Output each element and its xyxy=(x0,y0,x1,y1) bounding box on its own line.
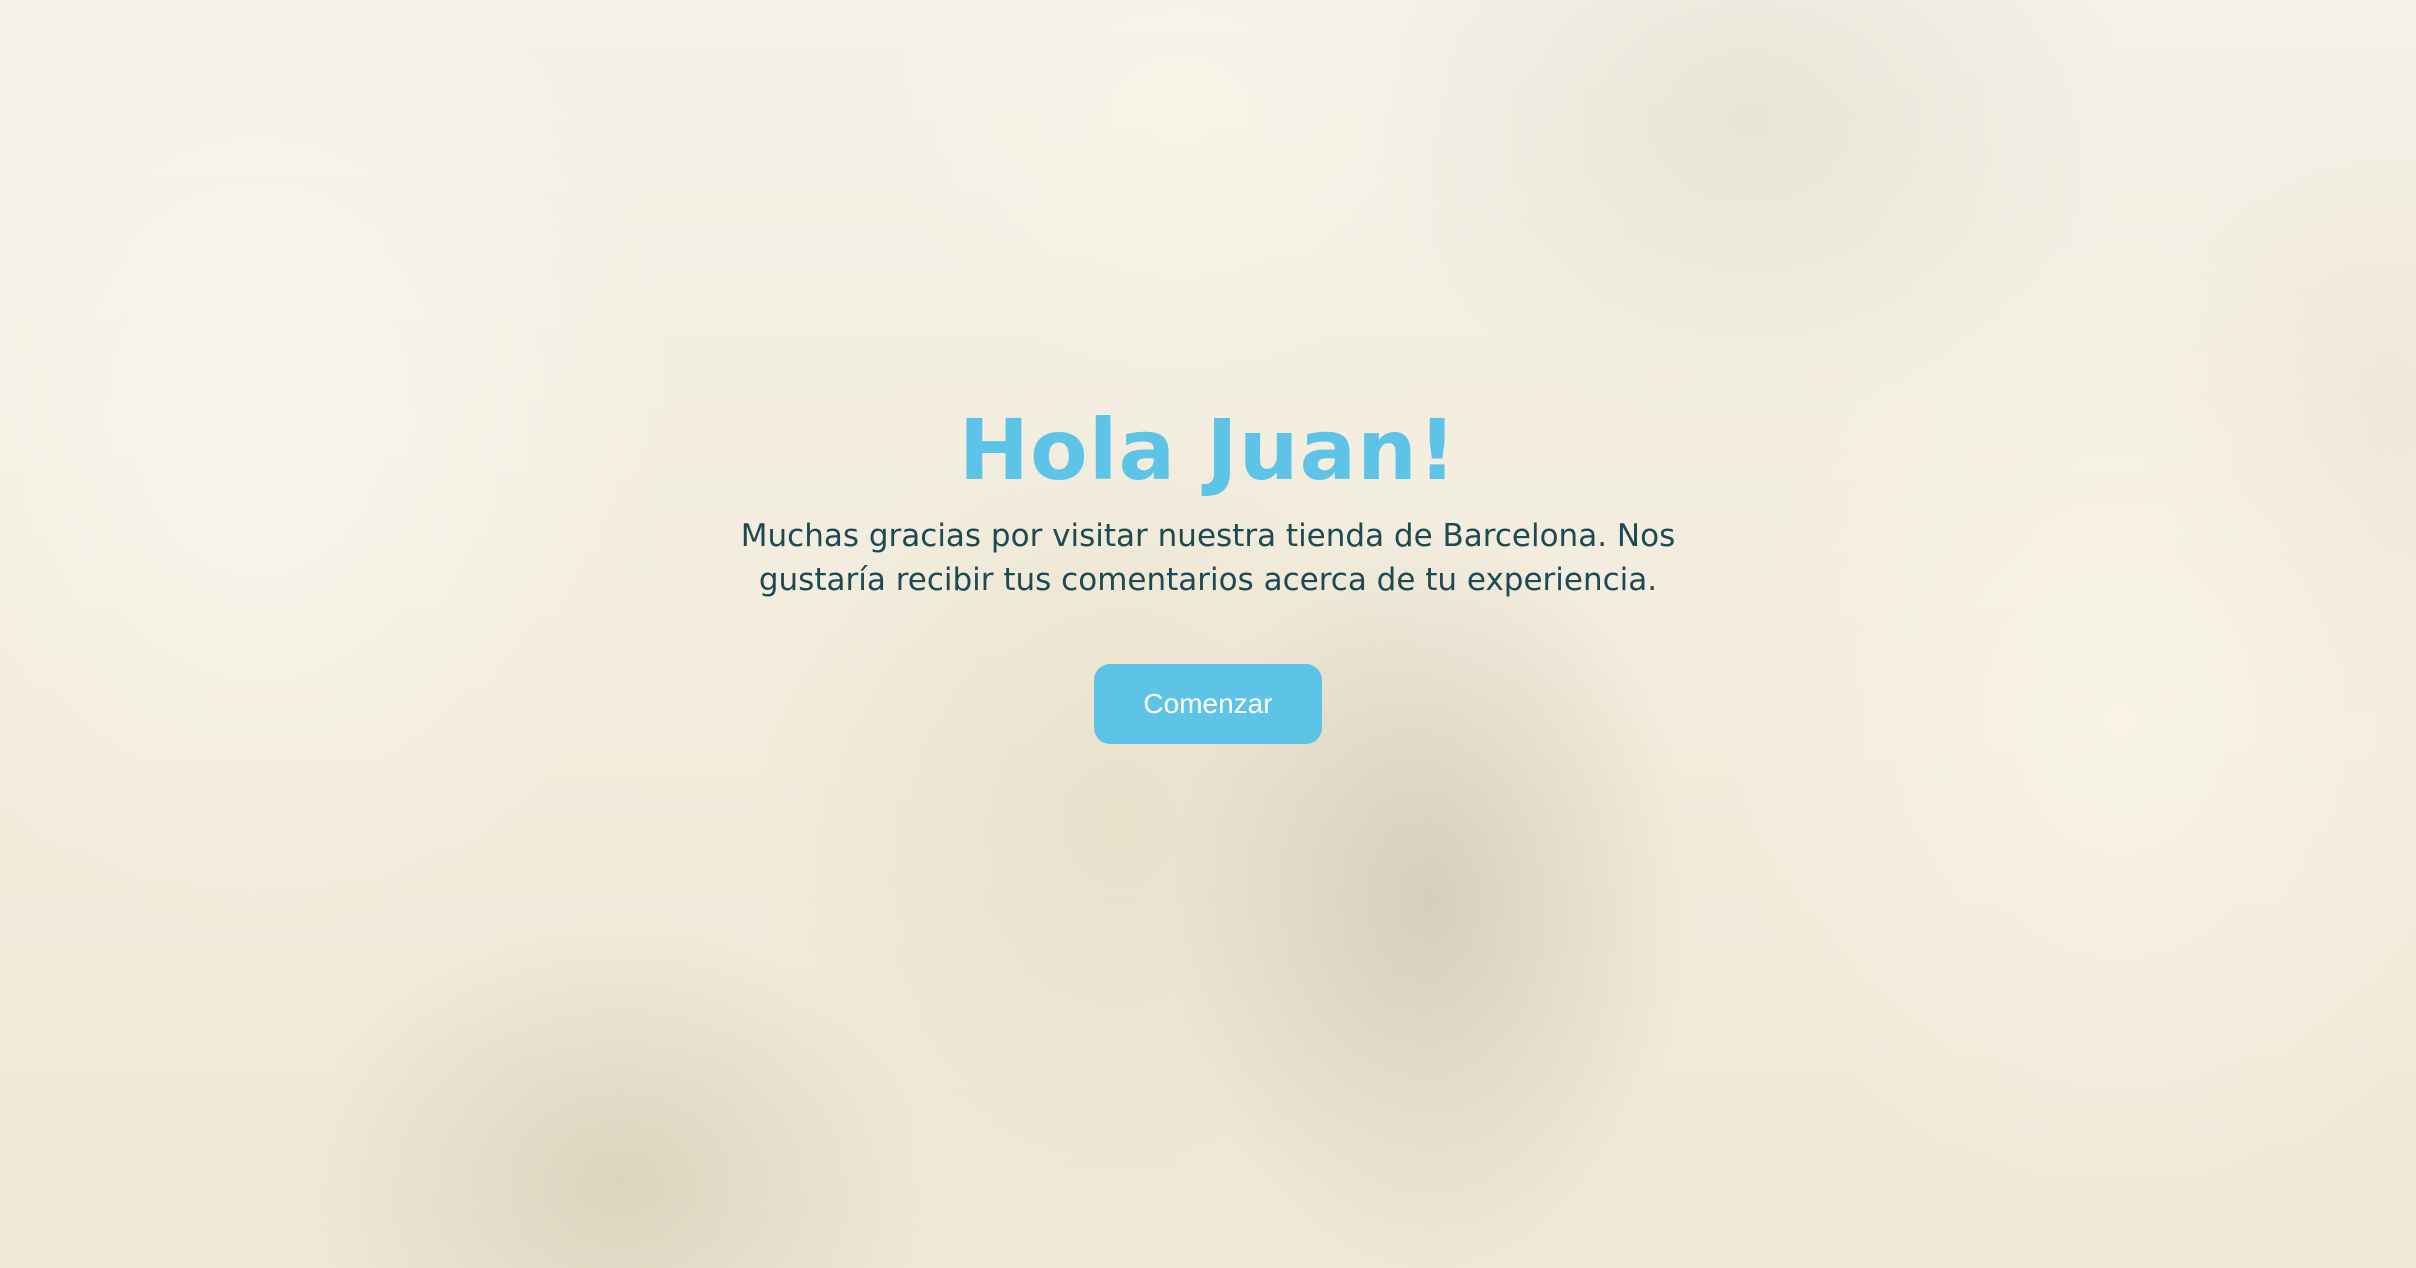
welcome-screen: Hola Juan! Muchas gracias por visitar nu… xyxy=(0,398,2416,744)
welcome-title: Hola Juan! xyxy=(958,401,1458,499)
start-button[interactable]: Comenzar xyxy=(1094,664,1322,744)
welcome-message: Muchas gracias por visitar nuestra tiend… xyxy=(740,518,1676,598)
